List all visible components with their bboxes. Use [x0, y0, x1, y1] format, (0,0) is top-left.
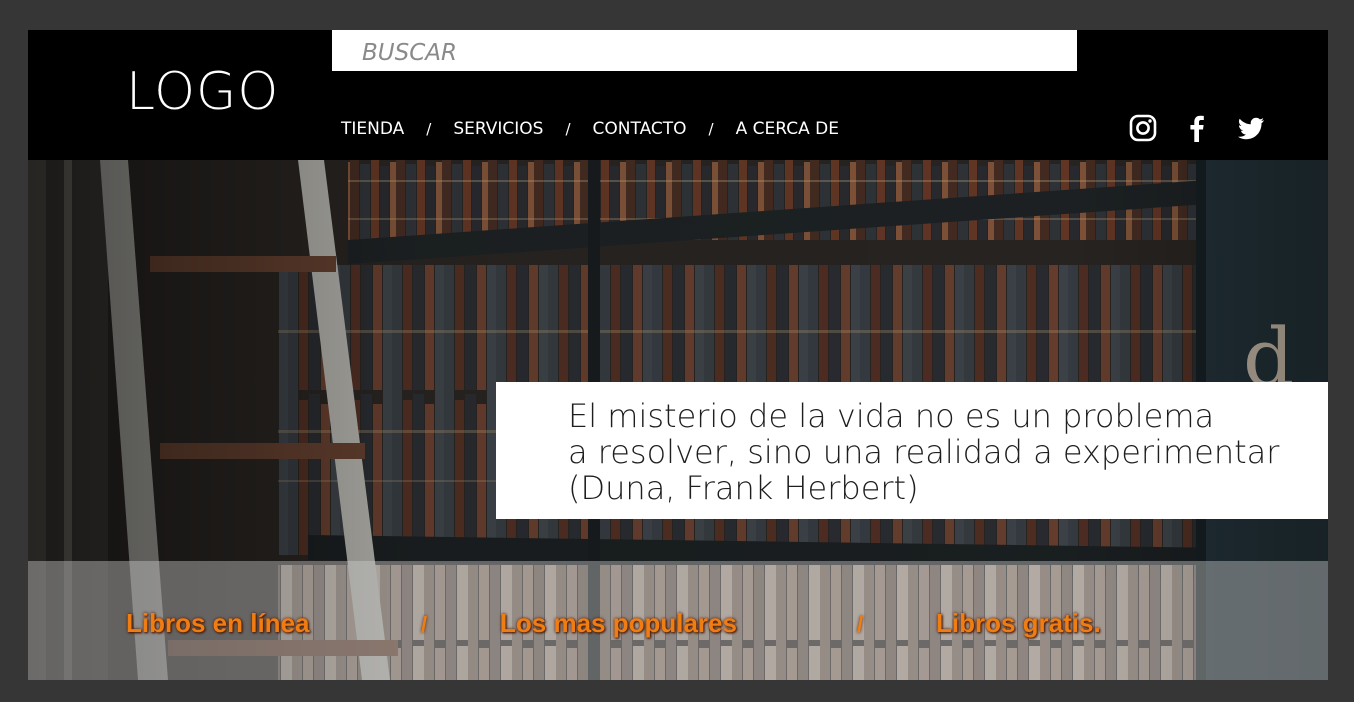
band-separator: / [857, 612, 864, 637]
hero-banner: d El misterio de la vida no es un proble… [28, 160, 1328, 680]
nav-item-servicios[interactable]: SERVICIOS [453, 119, 543, 139]
main-nav: TIENDA / SERVICIOS / CONTACTO / A CERCA … [341, 119, 839, 139]
nav-item-tienda[interactable]: TIENDA [341, 119, 404, 139]
hero-quote: El misterio de la vida no es un problema… [568, 397, 1280, 507]
nav-separator: / [565, 120, 571, 138]
quote-box: El misterio de la vida no es un problema… [496, 382, 1328, 519]
facebook-icon[interactable] [1182, 113, 1236, 143]
nav-separator: / [708, 120, 714, 138]
band-separator: / [421, 612, 428, 637]
link-libros-en-linea[interactable]: Libros en línea [126, 608, 310, 639]
search-input[interactable] [332, 30, 1077, 71]
nav-separator: / [426, 120, 432, 138]
page-frame: LOGO TIENDA / SERVICIOS / CONTACTO / A C… [28, 30, 1328, 680]
site-header: LOGO TIENDA / SERVICIOS / CONTACTO / A C… [28, 30, 1328, 160]
twitter-icon[interactable] [1236, 113, 1290, 143]
social-links [1128, 113, 1290, 143]
site-logo[interactable]: LOGO [126, 62, 279, 122]
nav-item-acerca-de[interactable]: A CERCA DE [736, 119, 839, 139]
link-libros-gratis[interactable]: Libros gratis. [936, 608, 1101, 639]
link-los-mas-populares[interactable]: Los mas populares [500, 608, 737, 639]
nav-item-contacto[interactable]: CONTACTO [593, 119, 687, 139]
instagram-icon[interactable] [1128, 113, 1182, 143]
